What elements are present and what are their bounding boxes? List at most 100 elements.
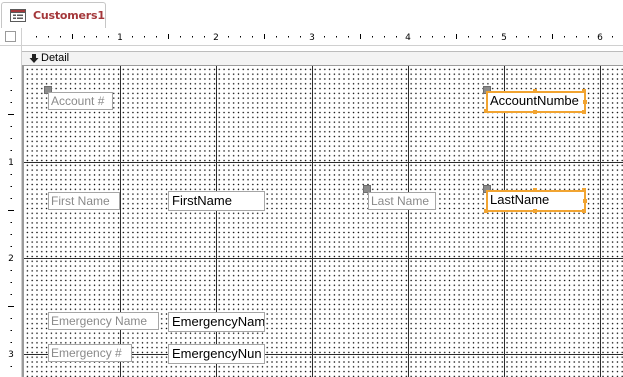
ruler-tick bbox=[360, 34, 361, 39]
emergency-number-field[interactable]: EmergencyNun bbox=[168, 344, 265, 364]
ruler-tick bbox=[10, 90, 12, 91]
form-icon bbox=[10, 9, 26, 22]
ruler-tick bbox=[132, 36, 133, 38]
ruler-tick bbox=[444, 36, 445, 38]
ruler-tick bbox=[576, 36, 577, 38]
resize-handle[interactable] bbox=[484, 209, 488, 213]
resize-handle[interactable] bbox=[533, 110, 537, 114]
last-name-label[interactable]: Last Name bbox=[368, 192, 436, 210]
ruler-tick bbox=[168, 34, 169, 39]
ruler-tick bbox=[612, 36, 613, 38]
ruler-tick bbox=[10, 318, 12, 319]
ruler-tick bbox=[48, 36, 49, 38]
ruler-tick bbox=[10, 294, 12, 295]
ruler-tick bbox=[144, 36, 145, 38]
horizontal-ruler-ticks: 1 2 3 4 5 6 bbox=[36, 33, 613, 43]
account-label[interactable]: Account # bbox=[48, 92, 113, 110]
ruler-tick bbox=[10, 126, 12, 127]
resize-handle[interactable] bbox=[484, 109, 488, 113]
ruler-tick bbox=[372, 36, 373, 38]
ruler-tick bbox=[10, 366, 12, 367]
ruler-tick bbox=[480, 36, 481, 38]
document-tab-strip: Customers1 bbox=[0, 0, 623, 29]
ruler-number: 1 bbox=[117, 33, 123, 43]
ruler-tick bbox=[204, 36, 205, 38]
ruler-tick bbox=[10, 138, 12, 139]
ruler-number: 6 bbox=[597, 33, 603, 43]
ruler-tick bbox=[432, 36, 433, 38]
grid-line bbox=[600, 66, 601, 377]
ruler-tick bbox=[108, 36, 109, 38]
ruler-tick bbox=[10, 222, 12, 223]
ruler-tick bbox=[300, 36, 301, 38]
ruler-tick bbox=[528, 36, 529, 38]
ruler-tick bbox=[8, 114, 14, 115]
ruler-tick bbox=[588, 36, 589, 38]
detail-section-header[interactable]: Detail bbox=[22, 51, 623, 66]
ruler-tick bbox=[8, 306, 14, 307]
ruler-number: 5 bbox=[501, 33, 507, 43]
ruler-tick bbox=[10, 270, 12, 271]
ruler-tick bbox=[252, 36, 253, 38]
ruler-tick bbox=[516, 36, 517, 38]
resize-handle[interactable] bbox=[582, 110, 586, 114]
section-arrow-icon bbox=[29, 53, 39, 67]
ruler-tick bbox=[348, 36, 349, 38]
ruler-tick bbox=[336, 36, 337, 38]
ruler-tick bbox=[420, 36, 421, 38]
ruler-tick bbox=[10, 330, 12, 331]
form-selector-icon bbox=[5, 31, 16, 42]
ruler-tick bbox=[240, 36, 241, 38]
ruler-tick bbox=[10, 342, 12, 343]
ruler-tick bbox=[228, 36, 229, 38]
emergency-name-label[interactable]: Emergency Name bbox=[48, 312, 159, 330]
vertical-ruler[interactable]: 1 2 3 bbox=[0, 46, 22, 377]
ruler-number: 4 bbox=[405, 33, 411, 43]
ruler-number: 2 bbox=[213, 33, 219, 43]
ruler-number: 3 bbox=[309, 33, 315, 43]
ruler-tick bbox=[84, 36, 85, 38]
ruler-tick bbox=[288, 36, 289, 38]
ruler-number: 3 bbox=[8, 350, 14, 360]
grid-left-edge bbox=[22, 66, 24, 377]
first-name-label[interactable]: First Name bbox=[48, 192, 120, 210]
ruler-tick bbox=[10, 246, 12, 247]
resize-handle[interactable] bbox=[533, 89, 537, 93]
ruler-tick bbox=[156, 36, 157, 38]
resize-handle[interactable] bbox=[583, 100, 587, 104]
tab-customers1[interactable]: Customers1 bbox=[1, 2, 106, 28]
ruler-tick bbox=[264, 34, 265, 39]
grid-line bbox=[120, 66, 121, 377]
tab-label: Customers1 bbox=[33, 9, 105, 22]
grid-line bbox=[312, 66, 313, 377]
ruler-tick bbox=[492, 36, 493, 38]
ruler-tick bbox=[10, 198, 12, 199]
resize-handle[interactable] bbox=[533, 188, 537, 192]
ruler-tick bbox=[60, 36, 61, 38]
first-name-field[interactable]: FirstName bbox=[168, 191, 265, 211]
emergency-number-label[interactable]: Emergency # bbox=[48, 344, 132, 362]
ruler-tick bbox=[10, 234, 12, 235]
ruler-tick bbox=[564, 36, 565, 38]
ruler-tick bbox=[180, 36, 181, 38]
ruler-tick bbox=[10, 102, 12, 103]
resize-handle[interactable] bbox=[582, 89, 586, 93]
ruler-tick bbox=[10, 78, 12, 79]
ruler-tick bbox=[468, 36, 469, 38]
grid-line bbox=[24, 162, 623, 163]
ruler-tick bbox=[276, 36, 277, 38]
ruler-tick bbox=[36, 36, 37, 38]
ruler-tick bbox=[96, 36, 97, 38]
ruler-tick bbox=[324, 36, 325, 38]
form-selector[interactable] bbox=[0, 28, 22, 46]
horizontal-ruler[interactable]: 1 2 3 4 5 6 bbox=[22, 28, 623, 46]
grid-line bbox=[24, 258, 623, 259]
ruler-number: 1 bbox=[8, 158, 14, 168]
ruler-tick bbox=[456, 34, 457, 39]
emergency-name-field[interactable]: EmergencyNam bbox=[168, 312, 265, 332]
resize-handle[interactable] bbox=[533, 209, 537, 213]
resize-handle[interactable] bbox=[582, 209, 586, 213]
resize-handle[interactable] bbox=[583, 199, 587, 203]
vertical-ruler-ticks: 1 2 3 bbox=[8, 78, 14, 367]
resize-handle[interactable] bbox=[582, 188, 586, 192]
